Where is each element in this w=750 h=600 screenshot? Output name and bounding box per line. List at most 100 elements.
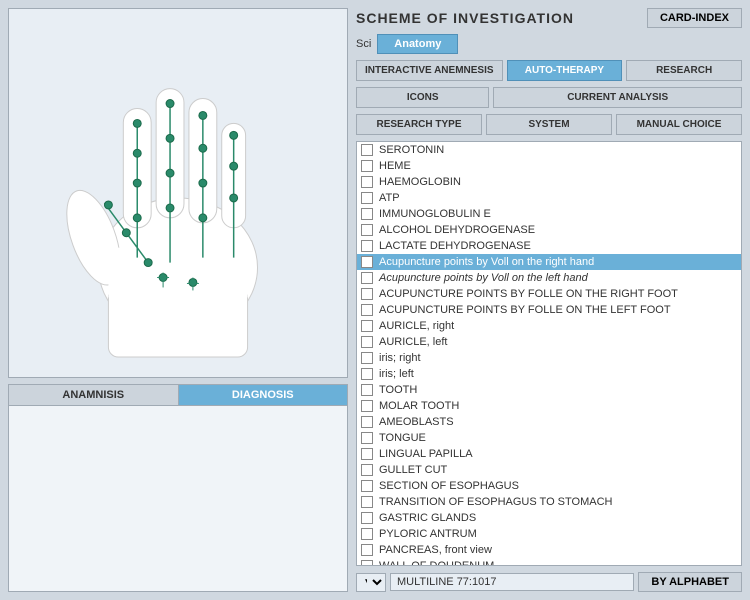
icons-button[interactable]: ICONS [356, 87, 489, 108]
list-checkbox[interactable] [361, 400, 373, 412]
list-item[interactable]: TONGUE [357, 430, 741, 446]
acu-point [230, 194, 238, 202]
list-item-label: IMMUNOGLOBULIN E [379, 208, 491, 220]
list-item[interactable]: SECTION OF ESOPHAGUS [357, 478, 741, 494]
list-item-label: AURICLE, right [379, 320, 454, 332]
research-type-button[interactable]: RESEARCH TYPE [356, 114, 482, 135]
list-checkbox[interactable] [361, 512, 373, 524]
list-checkbox[interactable] [361, 288, 373, 300]
acu-point [144, 259, 152, 267]
manual-choice-button[interactable]: MANUAL CHOICE [616, 114, 742, 135]
list-item-label: LACTATE DEHYDROGENASE [379, 240, 531, 252]
list-item[interactable]: IMMUNOGLOBULIN E [357, 206, 741, 222]
list-item[interactable]: PANCREAS, front view [357, 542, 741, 558]
list-item[interactable]: AURICLE, right [357, 318, 741, 334]
acu-point [199, 179, 207, 187]
diagnosis-tab[interactable]: DIAGNOSIS [179, 385, 348, 405]
list-checkbox[interactable] [361, 496, 373, 508]
list-item[interactable]: ACUPUNCTURE POINTS BY FOLLE ON THE RIGHT… [357, 286, 741, 302]
list-item-label: SECTION OF ESOPHAGUS [379, 480, 519, 492]
list-item[interactable]: iris; right [357, 350, 741, 366]
by-alphabet-button[interactable]: BY ALPHABET [638, 572, 742, 592]
list-checkbox[interactable] [361, 480, 373, 492]
list-checkbox[interactable] [361, 560, 373, 566]
list-item-label: GULLET CUT [379, 464, 447, 476]
list-item[interactable]: WALL OF DOUDENUM [357, 558, 741, 566]
interactive-anemnesis-button[interactable]: INTERACTIVE ANEMNESIS [356, 60, 503, 81]
acu-point [133, 149, 141, 157]
list-checkbox[interactable] [361, 224, 373, 236]
list-item[interactable]: GASTRIC GLANDS [357, 510, 741, 526]
list-item-label: WALL OF DOUDENUM [379, 560, 494, 566]
list-item[interactable]: HAEMOGLOBIN [357, 174, 741, 190]
list-item[interactable]: Acupuncture points by Voll on the left h… [357, 270, 741, 286]
list-item-label: TONGUE [379, 432, 426, 444]
list-checkbox[interactable] [361, 192, 373, 204]
auto-therapy-button[interactable]: AUTO-THERAPY [507, 60, 623, 81]
list-checkbox[interactable] [361, 144, 373, 156]
list-checkbox[interactable] [361, 208, 373, 220]
list-checkbox[interactable] [361, 272, 373, 284]
acu-point [133, 179, 141, 187]
list-item[interactable]: ATP [357, 190, 741, 206]
list-item[interactable]: AURICLE, left [357, 334, 741, 350]
list-checkbox[interactable] [361, 416, 373, 428]
toolbar-row-1: INTERACTIVE ANEMNESIS AUTO-THERAPY RESEA… [356, 60, 742, 81]
scheme-title: SCHEME OF INVESTIGATION [356, 10, 574, 26]
list-item-label: GASTRIC GLANDS [379, 512, 476, 524]
list-checkbox[interactable] [361, 320, 373, 332]
anatomy-button[interactable]: Anatomy [377, 34, 458, 54]
list-item[interactable]: Acupuncture points by Voll on the right … [357, 254, 741, 270]
right-panel: SCHEME OF INVESTIGATION CARD-INDEX Sci A… [356, 8, 742, 592]
research-button[interactable]: RESEARCH [626, 60, 742, 81]
list-checkbox[interactable] [361, 464, 373, 476]
acu-point [230, 162, 238, 170]
acu-point [199, 214, 207, 222]
list-item[interactable]: PYLORIC ANTRUM [357, 526, 741, 542]
list-item-label: Acupuncture points by Voll on the right … [379, 256, 594, 268]
acu-point [133, 214, 141, 222]
list-checkbox[interactable] [361, 336, 373, 348]
list-checkbox[interactable] [361, 528, 373, 540]
list-item[interactable]: TOOTH [357, 382, 741, 398]
list-item[interactable]: HEME [357, 158, 741, 174]
acu-point [104, 201, 112, 209]
list-item-label: ACUPUNCTURE POINTS BY FOLLE ON THE LEFT … [379, 304, 671, 316]
list-checkbox[interactable] [361, 304, 373, 316]
list-checkbox[interactable] [361, 352, 373, 364]
list-item[interactable]: MOLAR TOOTH [357, 398, 741, 414]
toolbar-row-2: ICONS CURRENT ANALYSIS [356, 87, 742, 108]
list-checkbox[interactable] [361, 544, 373, 556]
list-checkbox[interactable] [361, 368, 373, 380]
list-item[interactable]: SEROTONIN [357, 142, 741, 158]
card-index-button[interactable]: CARD-INDEX [647, 8, 742, 28]
hand-image-area [8, 8, 348, 378]
dropdown-select[interactable]: ▼ [356, 573, 386, 592]
list-item-label: ACUPUNCTURE POINTS BY FOLLE ON THE RIGHT… [379, 288, 678, 300]
list-item[interactable]: ALCOHOL DEHYDROGENASE [357, 222, 741, 238]
tab-row: ANAMNISIS DIAGNOSIS [9, 385, 347, 406]
list-item[interactable]: ACUPUNCTURE POINTS BY FOLLE ON THE LEFT … [357, 302, 741, 318]
list-checkbox[interactable] [361, 160, 373, 172]
current-analysis-button[interactable]: CURRENT ANALYSIS [493, 87, 742, 108]
list-item-label: TOOTH [379, 384, 417, 396]
list-item-label: TRANSITION OF ESOPHAGUS TO STOMACH [379, 496, 612, 508]
list-checkbox[interactable] [361, 384, 373, 396]
list-item[interactable]: GULLET CUT [357, 462, 741, 478]
list-checkbox[interactable] [361, 240, 373, 252]
list-item[interactable]: TRANSITION OF ESOPHAGUS TO STOMACH [357, 494, 741, 510]
list-item[interactable]: LACTATE DEHYDROGENASE [357, 238, 741, 254]
list-checkbox[interactable] [361, 256, 373, 268]
list-item-label: MOLAR TOOTH [379, 400, 459, 412]
list-checkbox[interactable] [361, 448, 373, 460]
acu-point [122, 229, 130, 237]
list-item-label: AURICLE, left [379, 336, 447, 348]
list-checkbox[interactable] [361, 176, 373, 188]
list-item[interactable]: AMEOBLASTS [357, 414, 741, 430]
list-checkbox[interactable] [361, 432, 373, 444]
list-item[interactable]: LINGUAL PAPILLA [357, 446, 741, 462]
list-item[interactable]: iris; left [357, 366, 741, 382]
investigation-list[interactable]: SEROTONINHEMEHAEMOGLOBINATP IMMUNOGLOBULI… [356, 141, 742, 566]
anamnisis-tab[interactable]: ANAMNISIS [9, 385, 179, 405]
system-button[interactable]: SYSTEM [486, 114, 612, 135]
